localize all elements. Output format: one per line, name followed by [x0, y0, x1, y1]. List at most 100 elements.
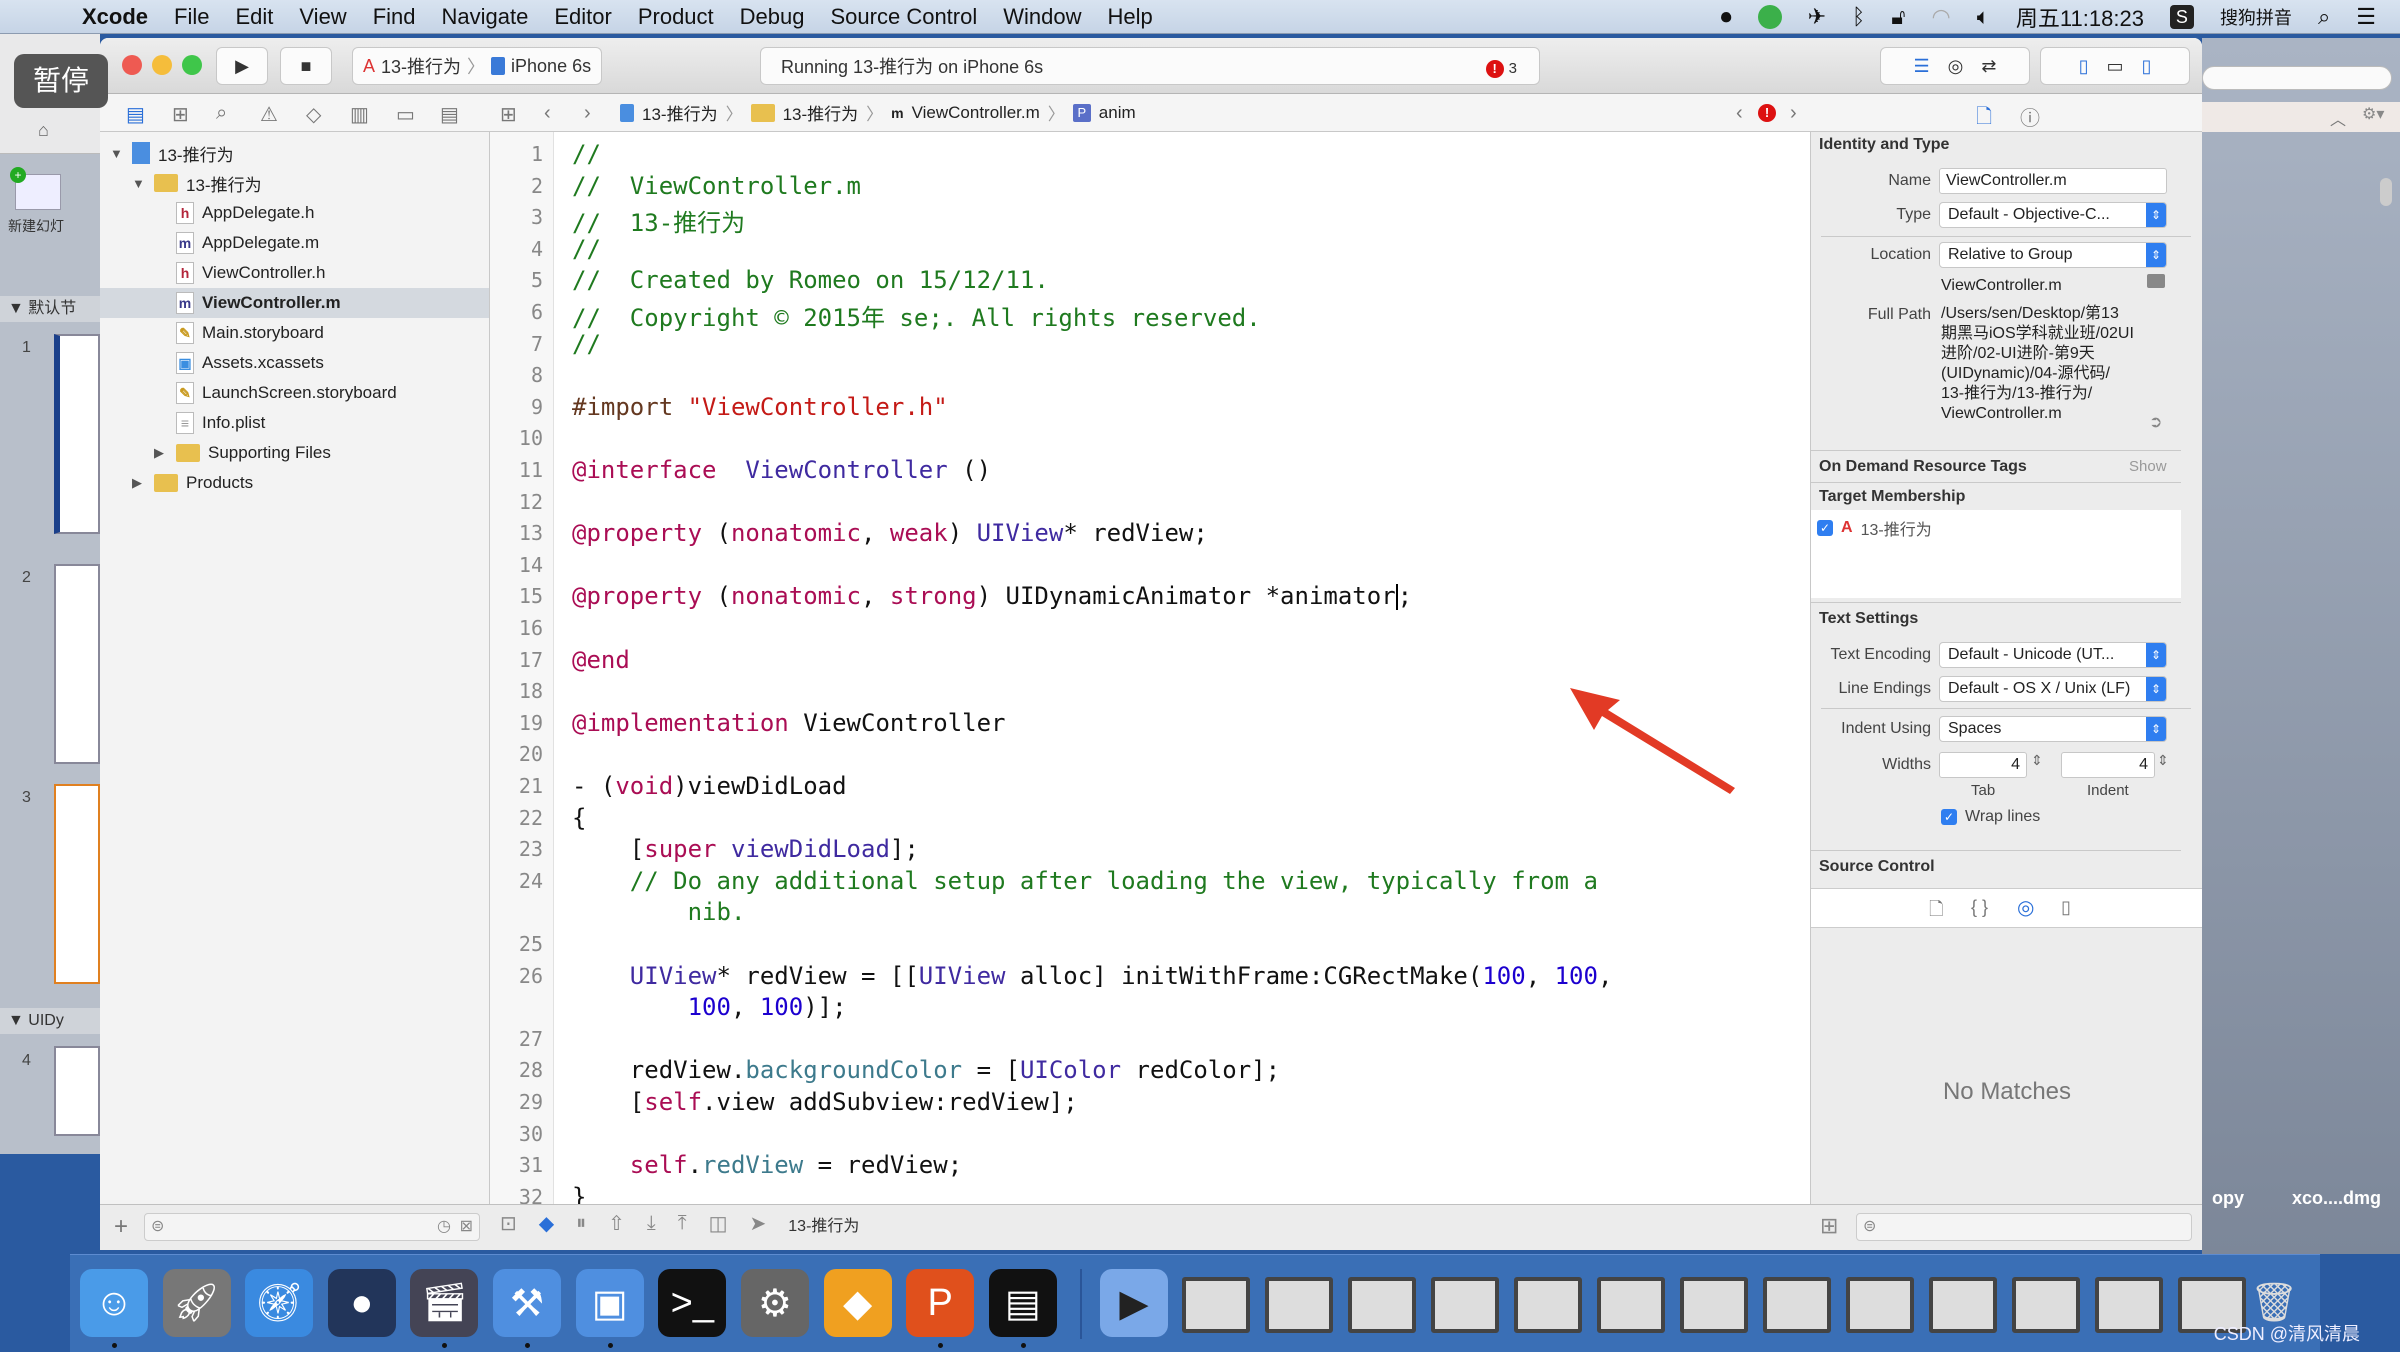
symbol-navigator-icon[interactable]: ⊞	[172, 102, 189, 127]
navigator-item[interactable]: ▶ Products	[132, 468, 253, 498]
simulate-location-icon[interactable]: ➤	[750, 1211, 767, 1236]
menu-window[interactable]: Window	[1003, 4, 1081, 30]
pause-badge[interactable]: 暂停	[14, 54, 108, 108]
menu-find[interactable]: Find	[373, 4, 416, 30]
menu-file[interactable]: File	[174, 4, 209, 30]
slide-thumbnail-2[interactable]	[54, 564, 100, 764]
minimized-window-thumbnail[interactable]	[2012, 1277, 2080, 1333]
issue-navigator-icon[interactable]: ⚠	[260, 102, 278, 127]
scm-filter-icon[interactable]: ⊠	[460, 1216, 473, 1236]
debug-navigator-icon[interactable]: ▥	[350, 102, 369, 127]
code-line[interactable]: @implementation ViewController	[572, 709, 1006, 737]
zoom-button[interactable]	[182, 55, 202, 75]
finder-icon[interactable]: ☺	[80, 1269, 148, 1337]
navigator-item[interactable]: h AppDelegate.h	[154, 198, 314, 228]
terminal-icon[interactable]: >_	[658, 1269, 727, 1337]
spotlight-icon[interactable]: ⌕	[2318, 4, 2330, 30]
minimized-window-thumbnail[interactable]	[1265, 1277, 1333, 1333]
code-line[interactable]: - (void)viewDidLoad	[572, 772, 847, 800]
bluetooth-icon[interactable]: ᛒ	[1852, 4, 1865, 30]
code-line[interactable]: [super viewDidLoad];	[572, 835, 919, 863]
encoding-select[interactable]: Default - Unicode (UT... ⇕	[1939, 642, 2167, 668]
imovie-icon[interactable]: 🎬︎	[410, 1269, 479, 1337]
code-line[interactable]: // Copyright © 2015年 se;. All rights res…	[572, 298, 1261, 333]
library-grid-icon[interactable]: ⊞	[1820, 1213, 1838, 1239]
breakpoint-navigator-icon[interactable]: ▭	[396, 102, 415, 127]
minimized-window-thumbnail[interactable]	[1514, 1277, 1582, 1333]
section-uidynamic[interactable]: ▼ UIDy	[0, 1008, 100, 1034]
code-line[interactable]: UIView* redView = [[UIView alloc] initWi…	[572, 962, 1613, 990]
volume-icon[interactable]: 🔈︎	[1977, 4, 1990, 30]
scrollbar[interactable]	[2380, 178, 2392, 206]
menu-navigate[interactable]: Navigate	[442, 4, 529, 30]
recent-files-icon[interactable]: ◷	[437, 1216, 451, 1236]
assistant-editor-icon[interactable]: ◎	[1948, 56, 1964, 77]
minimized-window-thumbnail[interactable]	[1680, 1277, 1748, 1333]
media-library-icon[interactable]: ▯	[2061, 897, 2071, 918]
minimized-window-thumbnail[interactable]	[1763, 1277, 1831, 1333]
line-endings-select[interactable]: Default - OS X / Unix (LF) ⇕	[1939, 676, 2167, 702]
navigator-item[interactable]: m ViewController.m	[154, 288, 341, 318]
code-line[interactable]: // Do any additional setup after loading…	[572, 867, 1598, 895]
indent-using-select[interactable]: Spaces ⇕	[1939, 716, 2167, 742]
tab-width-stepper[interactable]: ⇕	[2031, 752, 2043, 769]
name-field[interactable]: ViewController.m	[1939, 168, 2167, 194]
toggle-utilities-icon[interactable]: ▯	[2142, 56, 2152, 77]
airplane-icon[interactable]: ✈	[1808, 4, 1826, 30]
prev-issue-icon[interactable]: ‹	[1736, 102, 1743, 125]
step-into-icon[interactable]: ⤓	[647, 1212, 656, 1235]
step-over-icon[interactable]: ⇧	[608, 1211, 625, 1236]
media-player-icon[interactable]: ▶	[1100, 1269, 1168, 1337]
close-button[interactable]	[122, 55, 142, 75]
slide-thumbnail-4[interactable]	[54, 1046, 100, 1136]
xcode-icon[interactable]: ⚒	[493, 1269, 562, 1337]
breadcrumb-file[interactable]: ViewController.m	[912, 103, 1040, 123]
sketch-icon[interactable]: ◆	[823, 1269, 892, 1337]
slide-thumbnail-1[interactable]	[54, 334, 100, 534]
navigator-item[interactable]: h ViewController.h	[154, 258, 325, 288]
file-template-library-icon[interactable]: 🗋︎	[1929, 897, 1943, 927]
minimized-window-thumbnail[interactable]	[1348, 1277, 1416, 1333]
library-filter-field[interactable]: ⊜	[1856, 1213, 2192, 1241]
clock[interactable]: 周五11:18:23	[2016, 1, 2144, 33]
code-line[interactable]: @property (nonatomic, strong) UIDynamicA…	[572, 582, 1412, 611]
code-line[interactable]: // ViewController.m	[572, 172, 861, 200]
object-library-icon[interactable]: ◎	[2017, 895, 2034, 920]
code-snippet-library-icon[interactable]: { }	[1971, 897, 1988, 918]
status-app-icon[interactable]	[1757, 5, 1782, 29]
related-items-icon[interactable]: ⊞	[500, 102, 517, 127]
system-preferences-icon[interactable]: ⚙	[740, 1269, 809, 1337]
run-button[interactable]: ▶	[216, 47, 268, 85]
issue-error-icon[interactable]: !	[1758, 104, 1776, 122]
version-editor-icon[interactable]: ⇄	[1981, 56, 1996, 77]
code-line[interactable]: nib.	[572, 898, 746, 926]
next-issue-icon[interactable]: ›	[1790, 102, 1797, 125]
breadcrumb-symbol[interactable]: anim	[1099, 103, 1136, 123]
section-default[interactable]: ▼ 默认节	[0, 296, 100, 322]
quick-help-icon[interactable]: ⓘ	[2020, 102, 2040, 131]
reveal-in-finder-icon[interactable]: ➲	[2149, 412, 2162, 432]
home-icon[interactable]: ⌂	[38, 120, 49, 141]
menu-debug[interactable]: Debug	[740, 4, 805, 30]
navigator-filter-field[interactable]: ⊜ ◷ ⊠	[144, 1213, 480, 1241]
step-out-icon[interactable]: ⤒	[678, 1212, 687, 1235]
test-navigator-icon[interactable]: ◇	[306, 102, 321, 127]
code-line[interactable]: {	[572, 804, 586, 832]
minimized-window-thumbnail[interactable]	[1929, 1277, 1997, 1333]
notification-center-icon[interactable]: ☰	[2356, 4, 2376, 30]
screen-record-icon[interactable]: ⏺	[1721, 4, 1732, 30]
disclosure-triangle-icon[interactable]: ▼	[132, 176, 146, 191]
code-line[interactable]: @end	[572, 646, 630, 674]
gear-icon[interactable]: ⚙▾	[2362, 104, 2384, 124]
wrap-lines-toggle[interactable]: ✓ Wrap lines	[1941, 808, 2040, 826]
new-slide-button[interactable]: + 新建幻灯	[8, 167, 68, 254]
indent-width-stepper[interactable]: ⇕	[2157, 752, 2169, 769]
input-method-icon[interactable]: S	[2169, 5, 2194, 29]
menu-app-name[interactable]: Xcode	[82, 4, 148, 30]
hide-debug-area-icon[interactable]: ⊡	[500, 1211, 517, 1236]
report-navigator-icon[interactable]: ▤	[440, 102, 459, 127]
code-line[interactable]: redView.backgroundColor = [UIColor redCo…	[572, 1056, 1280, 1084]
desktop-file-dmg[interactable]: xco....dmg	[2292, 1188, 2381, 1209]
reveal-folder-icon[interactable]	[2147, 274, 2165, 288]
code-line[interactable]: //	[572, 330, 601, 358]
